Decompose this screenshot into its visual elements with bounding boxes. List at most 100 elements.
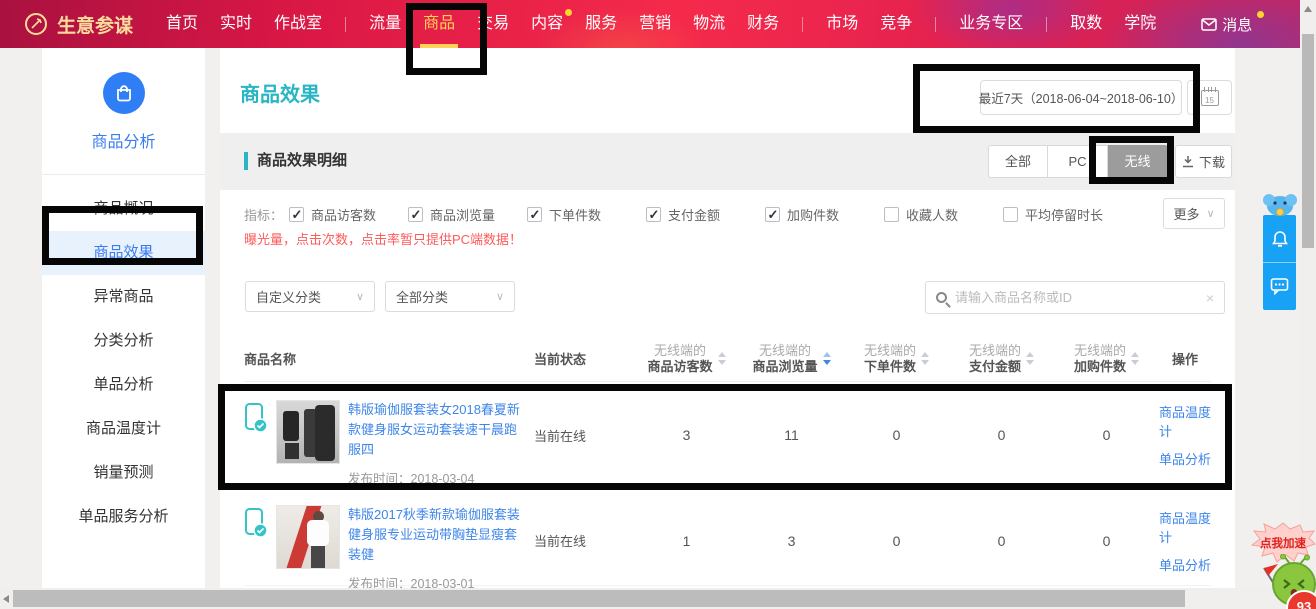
sidebar-item-single-product-service[interactable]: 单品服务分析 [42,495,205,539]
product-title-link[interactable]: 韩版瑜伽服套装女2018春夏新款健身服女运动套装速干晨跑服四 [348,400,526,460]
nav-item-realtime[interactable]: 实时 [209,0,263,48]
nav-item-finance[interactable]: 财务 [736,0,790,48]
scroll-up-arrow-icon[interactable] [1304,6,1312,12]
nav-item-content-label: 内容 [531,15,563,32]
product-title-link[interactable]: 韩版2017秋季新款瑜伽服套装健身服专业运动带胸垫显瘦套装健 [348,505,526,565]
all-category-dropdown[interactable]: 全部分类∨ [385,281,515,312]
notification-dot [565,9,572,16]
search-input[interactable] [955,290,1198,305]
product-thermometer-link[interactable]: 商品温度计 [1159,402,1211,440]
sort-icons-active-desc[interactable] [823,352,831,365]
metric-checkbox-favorites[interactable]: 收藏人数 [884,205,1003,224]
views-value: 11 [739,427,844,443]
product-search-box: × [925,281,1225,314]
product-thumbnail[interactable] [276,505,340,569]
compass-logo-icon [24,12,48,36]
sidebar-item-single-product-analysis[interactable]: 单品分析 [42,363,205,407]
checkbox-checked-icon[interactable] [765,207,780,222]
status-value: 当前在线 [534,426,634,445]
sort-icons[interactable] [1026,352,1034,365]
sidebar-item-sales-forecast[interactable]: 销量预测 [42,451,205,495]
checkbox-unchecked-icon[interactable] [884,207,899,222]
nav-item-warroom[interactable]: 作战室 [263,0,333,48]
calendar-button[interactable]: 15 [1187,80,1232,115]
sidebar-item-product-thermometer[interactable]: 商品温度计 [42,407,205,451]
col-prefix: 无线端的 [969,343,1021,359]
bell-icon [1271,230,1289,248]
sidebar: 商品分析 商品概况 商品效果 异常商品 分类分析 单品分析 商品温度计 销量预测… [42,48,205,588]
metric-checkbox-payment[interactable]: 支付金额 [646,205,765,224]
col-header-visitors[interactable]: 无线端的商品访客数 [634,343,739,375]
col-label: 加购件数 [1074,359,1126,375]
nav-item-service[interactable]: 服务 [574,0,628,48]
vertical-scrollbar-thumb[interactable] [1302,34,1314,248]
views-value: 3 [739,533,844,549]
metric-checkbox-views[interactable]: 商品浏览量 [408,205,527,224]
device-tab-all[interactable]: 全部 [988,145,1048,178]
scroll-left-arrow-icon[interactable] [3,595,9,603]
checkbox-checked-icon[interactable] [646,207,661,222]
horizontal-scrollbar-thumb[interactable] [13,590,1185,607]
table-header-row: 商品名称 当前状态 无线端的商品访客数 无线端的商品浏览量 无线端的下单件数 无… [244,336,1211,382]
clear-search-icon[interactable]: × [1206,290,1214,306]
date-range-selector[interactable]: 最近7天（2018-06-04~2018-06-10） [980,80,1182,115]
date-range-value: 最近7天（2018-06-04~2018-06-10） [979,88,1184,107]
checkbox-checked-icon[interactable] [408,207,423,222]
sidebar-item-category-analysis[interactable]: 分类分析 [42,319,205,363]
custom-category-dropdown[interactable]: 自定义分类∨ [245,281,375,312]
mobile-verified-icon [244,402,268,433]
page-title: 商品效果 [240,78,320,107]
horizontal-scrollbar[interactable] [0,588,1300,609]
nav-item-product[interactable]: 商品 [412,0,466,48]
download-button[interactable]: 下载 [1175,145,1232,178]
checkbox-checked-icon[interactable] [289,207,304,222]
checkbox-unchecked-icon[interactable] [1003,207,1018,222]
more-button[interactable]: 更多∨ [1163,198,1225,229]
metrics-label: 指标： [244,205,283,224]
chat-button[interactable] [1263,262,1296,309]
nav-item-trade[interactable]: 交易 [466,0,520,48]
envelope-icon [1201,18,1217,31]
brand[interactable]: 生意参谋 [24,11,133,38]
product-thermometer-link[interactable]: 商品温度计 [1159,508,1211,546]
orders-value: 0 [844,427,949,443]
sidebar-item-product-effect[interactable]: 商品效果 [42,231,205,275]
metric-checkbox-orders[interactable]: 下单件数 [527,205,646,224]
nav-item-competition[interactable]: 竞争 [869,0,923,48]
nav-item-data-fetch[interactable]: 取数 [1059,0,1113,48]
device-tab-wireless[interactable]: 无线 [1108,145,1168,178]
product-thumbnail[interactable] [276,400,340,464]
col-header-cart-adds[interactable]: 无线端的加购件数 [1054,343,1159,375]
single-product-analysis-link[interactable]: 单品分析 [1159,449,1211,468]
col-header-payment[interactable]: 无线端的支付金额 [949,343,1054,375]
nav-item-academy[interactable]: 学院 [1113,0,1167,48]
nav-item-product-label: 商品 [423,15,455,32]
col-header-views[interactable]: 无线端的商品浏览量 [739,343,844,375]
notifications-button[interactable] [1263,215,1296,262]
nav-item-home[interactable]: 首页 [155,0,209,48]
col-prefix: 无线端的 [1074,343,1126,359]
metric-checkbox-avg-stay[interactable]: 平均停留时长 [1003,205,1143,224]
nav-item-business-zone[interactable]: 业务专区 [948,0,1034,48]
col-header-orders[interactable]: 无线端的下单件数 [844,343,949,375]
custom-category-value: 自定义分类 [256,287,321,306]
nav-item-traffic[interactable]: 流量 [358,0,412,48]
checkbox-checked-icon[interactable] [527,207,542,222]
sort-icons[interactable] [718,352,726,365]
metric-checkbox-cart-adds[interactable]: 加购件数 [765,205,884,224]
metric-filters: 指标： 商品访客数 商品浏览量 下单件数 支付金额 加购件数 收藏人数 平均停留… [244,205,1143,224]
single-product-analysis-link[interactable]: 单品分析 [1159,555,1211,574]
sort-icons[interactable] [1131,352,1139,365]
nav-item-content[interactable]: 内容 [520,0,574,48]
sidebar-item-product-overview[interactable]: 商品概况 [42,187,205,231]
device-tab-pc[interactable]: PC [1048,145,1108,178]
nav-item-logistics[interactable]: 物流 [682,0,736,48]
sort-icons[interactable] [921,352,929,365]
messages-button[interactable]: 消息 [1201,14,1262,35]
nav-item-marketing[interactable]: 营销 [628,0,682,48]
sidebar-item-abnormal-products[interactable]: 异常商品 [42,275,205,319]
vertical-scrollbar[interactable] [1300,0,1316,609]
metric-checkbox-visitors[interactable]: 商品访客数 [289,205,408,224]
orders-value: 0 [844,533,949,549]
nav-item-market[interactable]: 市场 [815,0,869,48]
